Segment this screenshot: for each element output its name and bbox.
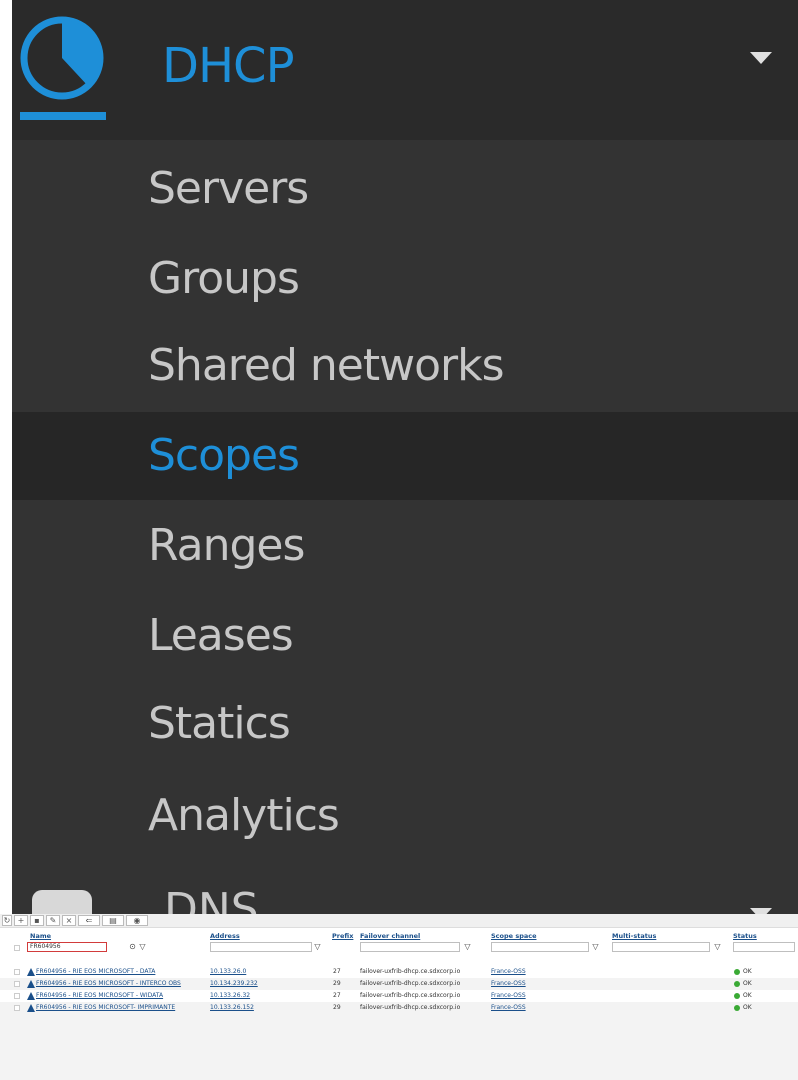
view-icon[interactable]: ◉: [126, 915, 148, 926]
chevron-down-icon[interactable]: [750, 52, 772, 66]
status-ok-icon: [734, 969, 740, 975]
scope-status: OK: [743, 980, 752, 987]
scope-prefix: 27: [333, 992, 341, 999]
filter-icon[interactable]: ▽: [591, 942, 600, 952]
edit-icon[interactable]: ✎: [46, 915, 60, 926]
column-header-multi-status[interactable]: Multi-status: [612, 932, 656, 940]
refresh-icon[interactable]: ↻: [2, 915, 12, 926]
menu-item-scopes[interactable]: Scopes: [12, 412, 798, 500]
clear-filter-icon[interactable]: ⊙: [128, 942, 137, 952]
dns-menu-header[interactable]: DNS: [12, 878, 798, 914]
scope-icon: [27, 968, 35, 976]
table-row[interactable]: FR604956 - RIE EOS MICROSOFT - WIDATA 10…: [0, 990, 798, 1002]
grid-empty-area: [0, 1014, 798, 1080]
scope-icon: [27, 992, 35, 1000]
filter-icon[interactable]: ▽: [713, 942, 722, 952]
scope-failover: failover-uxfrib-dhcp.ce.sdxcorp.io: [360, 980, 461, 987]
table-row[interactable]: FR604956 - RIE EOS MICROSOFT - DATA 10.1…: [0, 966, 798, 978]
dhcp-menu-background: DHCP Servers Groups Shared networks Scop…: [12, 0, 798, 914]
column-header-status[interactable]: Status: [733, 932, 757, 940]
column-header-prefix[interactable]: Prefix: [332, 932, 353, 940]
column-header-failover[interactable]: Failover channel: [360, 932, 420, 940]
scope-status: OK: [743, 968, 752, 975]
columns-icon[interactable]: ▤: [102, 915, 124, 926]
scope-prefix: 27: [333, 968, 341, 975]
scope-prefix: 29: [333, 1004, 341, 1011]
scopes-grid: ↻ + ▪ ✎ × ⇐ ▤ ◉ Name Address Prefix Fail…: [0, 914, 798, 1080]
row-checkbox[interactable]: [14, 1005, 20, 1011]
menu-item-analytics[interactable]: Analytics: [12, 772, 798, 860]
filter-icon[interactable]: ▽: [313, 942, 322, 952]
close-icon[interactable]: ×: [62, 915, 76, 926]
scope-failover: failover-uxfrib-dhcp.ce.sdxcorp.io: [360, 1004, 461, 1011]
scope-address-link[interactable]: 10.133.26.152: [210, 1002, 254, 1014]
pie-chart-icon: [20, 16, 106, 120]
failover-filter-input[interactable]: [360, 942, 460, 952]
scope-failover: failover-uxfrib-dhcp.ce.sdxcorp.io: [360, 992, 461, 999]
import-icon[interactable]: ⇐: [78, 915, 100, 926]
scope-space-link[interactable]: France-OSS: [491, 966, 526, 978]
address-filter-input[interactable]: [210, 942, 312, 952]
dns-section-label[interactable]: DNS: [164, 888, 259, 915]
row-checkbox[interactable]: [14, 981, 20, 987]
scope-space-link[interactable]: France-OSS: [491, 990, 526, 1002]
scope-icon: [27, 1004, 35, 1012]
add-icon[interactable]: +: [14, 915, 28, 926]
menu-item-shared-networks[interactable]: Shared networks: [12, 322, 798, 410]
select-all-checkbox[interactable]: [14, 945, 20, 951]
scope-name-link[interactable]: FR604956 - RIE EOS MICROSOFT - DATA: [36, 966, 155, 978]
status-ok-icon: [734, 993, 740, 999]
status-ok-icon: [734, 1005, 740, 1011]
filter-icon[interactable]: ▽: [463, 942, 472, 952]
scope-status: OK: [743, 1004, 752, 1011]
menu-item-groups[interactable]: Groups: [12, 235, 798, 323]
filter-icon[interactable]: ▽: [138, 942, 147, 952]
status-ok-icon: [734, 981, 740, 987]
delete-icon[interactable]: ▪: [30, 915, 44, 926]
scope-failover: failover-uxfrib-dhcp.ce.sdxcorp.io: [360, 968, 461, 975]
column-header-scope-space[interactable]: Scope space: [491, 932, 537, 940]
scope-address-link[interactable]: 10.133.26.32: [210, 990, 250, 1002]
scope-icon: [27, 980, 35, 988]
column-header-name[interactable]: Name: [30, 932, 51, 940]
row-checkbox[interactable]: [14, 993, 20, 999]
scope-name-link[interactable]: FR604956 - RIE EOS MICROSOFT - WIDATA: [36, 990, 163, 1002]
scope-status: OK: [743, 992, 752, 999]
dhcp-menu-panel: DHCP Servers Groups Shared networks Scop…: [0, 0, 798, 914]
multi-status-filter-input[interactable]: [612, 942, 710, 952]
dhcp-menu-header[interactable]: DHCP: [12, 0, 798, 140]
table-row[interactable]: FR604956 - RIE EOS MICROSOFT- IMPRIMANTE…: [0, 1002, 798, 1014]
scope-name-link[interactable]: FR604956 - RIE EOS MICROSOFT- IMPRIMANTE: [36, 1002, 175, 1014]
scope-space-filter-input[interactable]: [491, 942, 589, 952]
grid-toolbar: ↻ + ▪ ✎ × ⇐ ▤ ◉: [0, 914, 798, 928]
menu-item-servers[interactable]: Servers: [12, 145, 798, 233]
scope-name-link[interactable]: FR604956 - RIE EOS MICROSOFT - INTERCO O…: [36, 978, 181, 990]
scope-address-link[interactable]: 10.134.239.232: [210, 978, 258, 990]
column-header-address[interactable]: Address: [210, 932, 240, 940]
status-filter-input[interactable]: [733, 942, 795, 952]
menu-item-statics[interactable]: Statics: [12, 680, 798, 768]
table-row[interactable]: FR604956 - RIE EOS MICROSOFT - INTERCO O…: [0, 978, 798, 990]
scope-space-link[interactable]: France-OSS: [491, 978, 526, 990]
row-checkbox[interactable]: [14, 969, 20, 975]
menu-item-leases[interactable]: Leases: [12, 592, 798, 680]
dns-icon: [32, 890, 92, 914]
scope-prefix: 29: [333, 980, 341, 987]
menu-title[interactable]: DHCP: [162, 38, 295, 94]
name-filter-input[interactable]: FR604956: [27, 942, 107, 952]
scope-space-link[interactable]: France-OSS: [491, 1002, 526, 1014]
scope-address-link[interactable]: 10.133.26.0: [210, 966, 246, 978]
grid-header-row: Name Address Prefix Failover channel Sco…: [0, 928, 798, 962]
menu-item-ranges[interactable]: Ranges: [12, 502, 798, 590]
